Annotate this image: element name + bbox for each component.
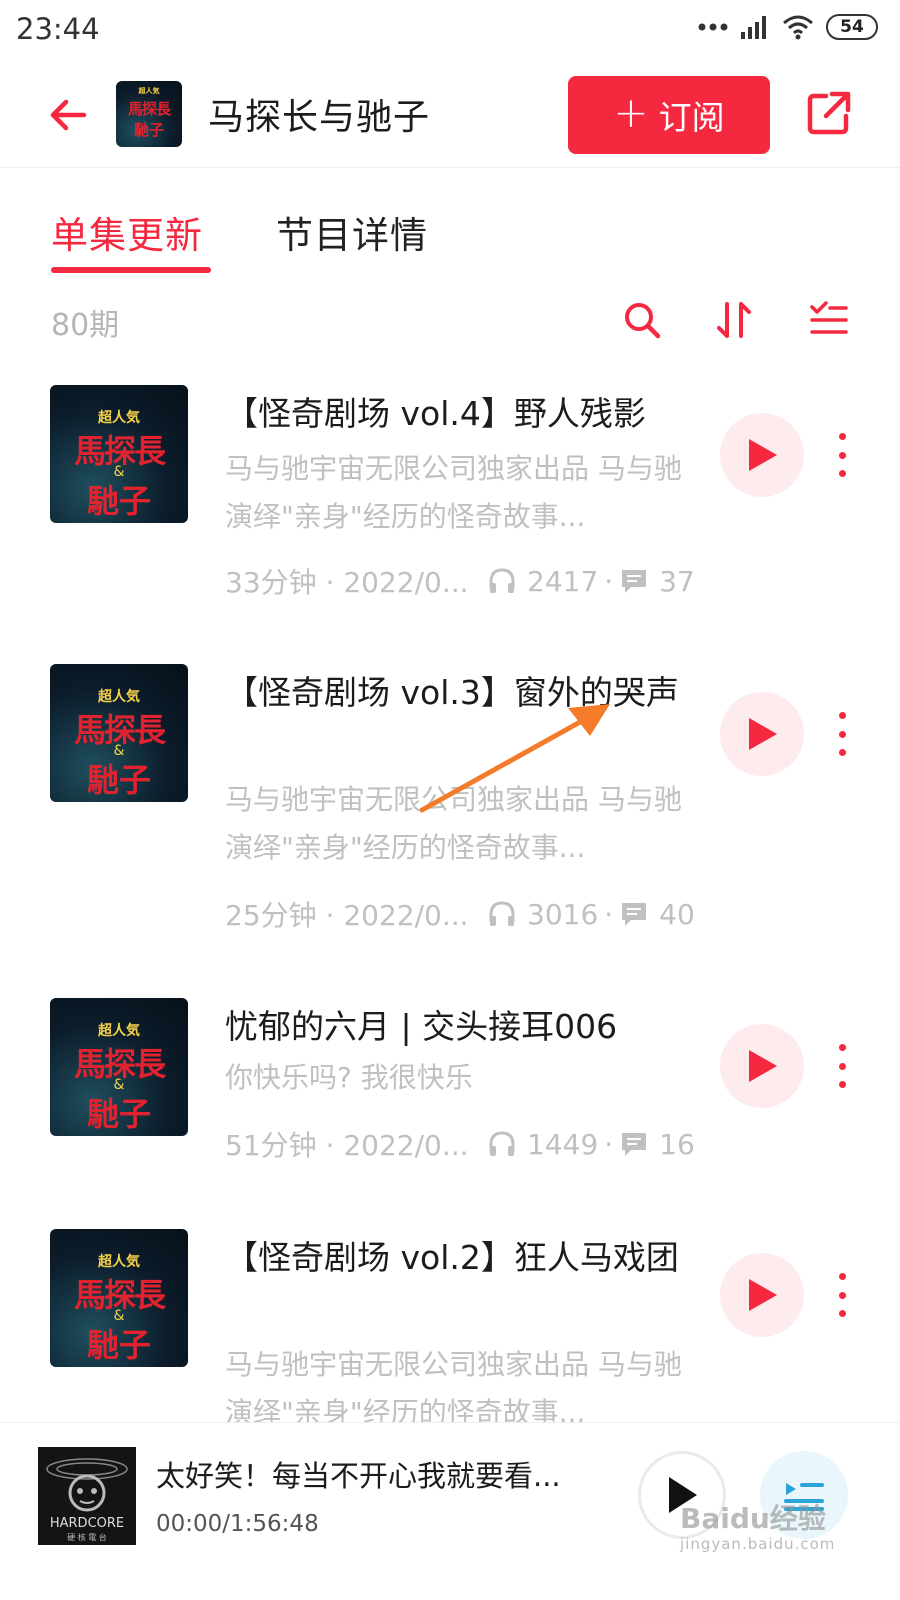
episode-cover: 超人気 馬探長 & 馳子	[50, 385, 188, 523]
episode-meta: 25分钟 · 2022/0... 3016 · 40	[225, 894, 695, 934]
meta-separator: ·	[604, 1127, 614, 1161]
cover-line-2: 馬探長	[127, 100, 171, 119]
now-playing-cover: HARDCORE 硬 核 電 台	[38, 1447, 136, 1545]
tab-bar: 单集更新 节目详情	[0, 205, 900, 275]
wifi-icon	[783, 15, 813, 40]
meta-separator: ·	[604, 564, 614, 598]
list-item[interactable]: 超人気 馬探長 & 馳子 忧郁的六月 | 交头接耳006 你快乐吗? 我很快乐 …	[0, 998, 900, 1188]
play-icon	[749, 439, 777, 471]
status-time: 23:44	[16, 12, 100, 46]
mini-player[interactable]: HARDCORE 硬 核 電 台 太好笑！每当不开心我就要看... 00:00/…	[0, 1422, 900, 1600]
episode-list: 超人気 馬探長 & 馳子 【怪奇剧场 vol.4】野人残影 马与驰宇宙无限公司独…	[0, 380, 900, 1445]
watermark-main: Baidu经验	[680, 1502, 826, 1535]
tab-episodes[interactable]: 单集更新	[51, 205, 203, 259]
episode-description: 马与驰宇宙无限公司独家出品 马与驰演绎"亲身"经历的怪奇故事...	[225, 783, 682, 864]
status-bar: 23:44 54	[0, 0, 900, 64]
episode-title: 忧郁的六月 | 交头接耳006	[225, 1007, 618, 1046]
cover-line-4: 馳子	[86, 482, 151, 521]
arrow-left-icon[interactable]	[44, 90, 94, 140]
episode-cover: 超人気 馬探長 & 馳子	[50, 998, 188, 1136]
app-header: 超人気 馬探長 & 馳子 马探长与驰子 + 订阅	[0, 64, 900, 168]
episode-duration-date: 51分钟 · 2022/0...	[225, 1129, 469, 1162]
active-tab-indicator	[51, 267, 211, 273]
dots-icon	[698, 23, 728, 31]
sort-icon[interactable]	[713, 298, 757, 342]
now-playing-time: 00:00/1:56:48	[156, 1511, 319, 1537]
more-vertical-icon[interactable]	[830, 1265, 854, 1325]
baidu-watermark: Baidu经验 jingyan.baidu.com	[680, 1497, 850, 1553]
cover-line-4: 馳子	[133, 121, 164, 140]
signal-icon	[741, 16, 766, 39]
episode-title: 【怪奇剧场 vol.4】野人残影	[225, 394, 646, 433]
batch-select-icon[interactable]	[806, 298, 850, 342]
episode-cover: 超人気 馬探長 & 馳子	[50, 664, 188, 802]
list-item[interactable]: 超人気 馬探長 & 馳子 【怪奇剧场 vol.3】窗外的哭声 马与驰宇宙无限公司…	[0, 664, 900, 954]
cover-line-4: 馳子	[86, 761, 151, 800]
cover-line-4: 馳子	[86, 1095, 151, 1134]
share-external-icon[interactable]	[804, 88, 854, 138]
more-vertical-icon[interactable]	[830, 704, 854, 764]
cover-logo-subtext: 硬 核 電 台	[67, 1532, 107, 1542]
cover-line-1: 超人気	[138, 87, 160, 96]
headphones-icon	[489, 901, 515, 926]
episode-description: 你快乐吗? 我很快乐	[225, 1061, 473, 1094]
list-item[interactable]: 超人気 馬探長 & 馳子 【怪奇剧场 vol.2】狂人马戏团 马与驰宇宙无限公司…	[0, 1229, 900, 1445]
play-icon	[749, 718, 777, 750]
tab-program-details[interactable]: 节目详情	[276, 205, 428, 259]
battery-indicator: 54	[826, 14, 878, 40]
podcast-cover: 超人気 馬探長 & 馳子	[116, 81, 182, 147]
subscribe-button[interactable]: + 订阅	[568, 76, 770, 154]
play-button[interactable]	[720, 413, 804, 497]
episode-count: 80期	[51, 308, 120, 343]
episode-duration-date: 25分钟 · 2022/0...	[225, 899, 469, 932]
episode-description: 马与驰宇宙无限公司独家出品 马与驰演绎"亲身"经历的怪奇故事...	[225, 452, 682, 533]
episode-title: 【怪奇剧场 vol.2】狂人马戏团	[225, 1238, 679, 1277]
cover-line-1: 超人気	[98, 410, 140, 427]
play-button[interactable]	[720, 692, 804, 776]
hardcore-logo: HARDCORE 硬 核 電 台	[38, 1447, 136, 1545]
cover-line-4: 馳子	[86, 1326, 151, 1365]
play-count: 2417	[527, 564, 599, 598]
status-icons: 54	[698, 14, 878, 40]
page-title: 马探长与驰子	[208, 97, 431, 138]
list-toolbar: 80期	[0, 298, 900, 348]
play-button[interactable]	[720, 1024, 804, 1108]
play-button[interactable]	[720, 1253, 804, 1337]
now-playing-title: 太好笑！每当不开心我就要看...	[156, 1459, 561, 1493]
plus-icon: +	[613, 88, 649, 137]
cover-logo-text: HARDCORE	[50, 1516, 124, 1531]
cover-line-1: 超人気	[98, 689, 140, 706]
subscribe-label: 订阅	[658, 98, 725, 137]
episode-duration-date: 33分钟 · 2022/0...	[225, 566, 469, 599]
play-icon	[749, 1279, 777, 1311]
search-icon[interactable]	[620, 298, 664, 342]
comment-icon	[622, 903, 647, 926]
comment-icon	[622, 570, 647, 593]
headphones-icon	[489, 1131, 515, 1156]
episode-title: 【怪奇剧场 vol.3】窗外的哭声	[225, 673, 679, 712]
episode-meta: 33分钟 · 2022/0... 2417 · 37	[225, 561, 695, 601]
watermark-sub: jingyan.baidu.com	[680, 1535, 836, 1553]
episode-meta: 51分钟 · 2022/0... 1449 · 16	[225, 1124, 695, 1164]
comment-count: 40	[659, 897, 695, 931]
cover-line-1: 超人気	[98, 1023, 140, 1040]
comment-icon	[622, 1133, 647, 1156]
play-count: 3016	[527, 897, 599, 931]
meta-separator: ·	[604, 897, 614, 931]
comment-count: 16	[659, 1127, 695, 1161]
cover-line-1: 超人気	[98, 1254, 140, 1271]
play-count: 1449	[527, 1127, 599, 1161]
comment-count: 37	[659, 564, 695, 598]
episode-cover: 超人気 馬探長 & 馳子	[50, 1229, 188, 1367]
list-item[interactable]: 超人気 馬探長 & 馳子 【怪奇剧场 vol.4】野人残影 马与驰宇宙无限公司独…	[0, 385, 900, 625]
headphones-icon	[489, 568, 515, 593]
play-icon	[749, 1050, 777, 1082]
more-vertical-icon[interactable]	[830, 1036, 854, 1096]
more-vertical-icon[interactable]	[830, 425, 854, 485]
